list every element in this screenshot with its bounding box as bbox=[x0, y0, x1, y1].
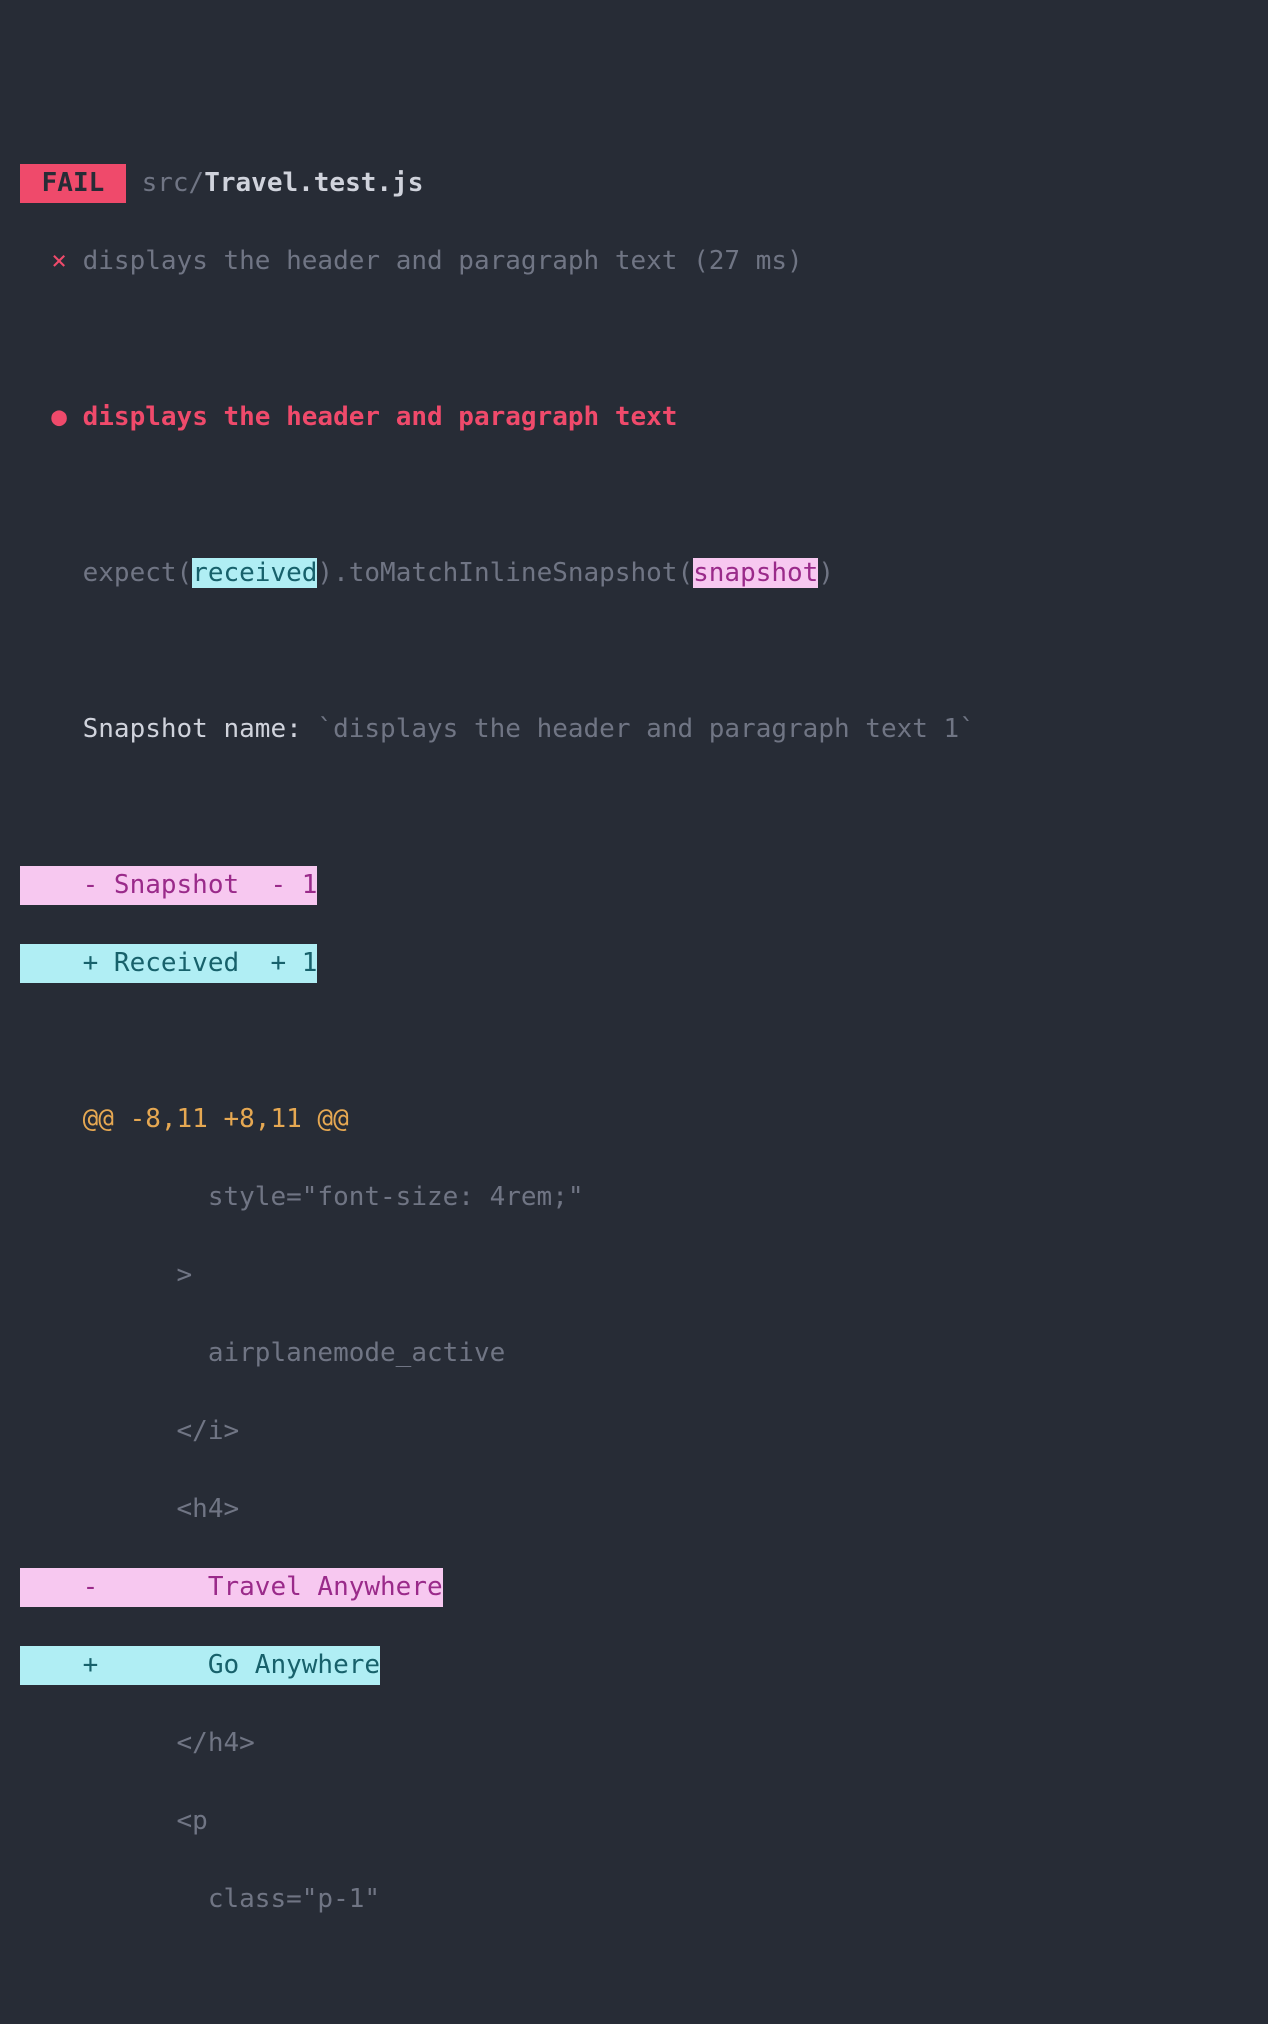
snapshot-keyword: snapshot bbox=[693, 558, 818, 588]
test-title-line: ● displays the header and paragraph text bbox=[0, 398, 1268, 437]
snapshot-name-line: Snapshot name: `displays the header and … bbox=[0, 710, 1268, 749]
hunk-text: @@ -8,11 +8,11 @@ bbox=[20, 1104, 349, 1134]
snapname-value: `displays the header and paragraph text … bbox=[317, 714, 974, 744]
snapname-label: Snapshot name: bbox=[20, 714, 317, 744]
context-line: class="p-1" bbox=[0, 1880, 1268, 1919]
test-summary-text: displays the header and paragraph text (… bbox=[67, 246, 803, 276]
file-header-line: FAIL src/Travel.test.js bbox=[0, 164, 1268, 203]
diff-added-line: + Go Anywhere bbox=[0, 1646, 1268, 1685]
blank-line bbox=[0, 788, 1268, 827]
expect-pre: expect( bbox=[20, 558, 192, 588]
context-line: <h4> bbox=[0, 1490, 1268, 1529]
test-summary-line: × displays the header and paragraph text… bbox=[0, 242, 1268, 281]
context-line: airplanemode_active bbox=[0, 1334, 1268, 1373]
blank-line bbox=[0, 1022, 1268, 1061]
blank-line bbox=[0, 476, 1268, 515]
diff-added: + Go Anywhere bbox=[20, 1646, 380, 1685]
legend-snapshot-line: - Snapshot - 1 bbox=[0, 866, 1268, 905]
x-icon: × bbox=[20, 246, 67, 276]
context-line: > bbox=[0, 1256, 1268, 1295]
context-line: </h4> bbox=[0, 1724, 1268, 1763]
test-title: displays the header and paragraph text bbox=[67, 402, 677, 432]
legend-snapshot: - Snapshot - 1 bbox=[20, 866, 317, 905]
blank-line bbox=[0, 632, 1268, 671]
expect-mid: ).toMatchInlineSnapshot( bbox=[317, 558, 693, 588]
legend-received: + Received + 1 bbox=[20, 944, 317, 983]
legend-received-line: + Received + 1 bbox=[0, 944, 1268, 983]
hunk-header: @@ -8,11 +8,11 @@ bbox=[0, 1100, 1268, 1139]
path-prefix: src/ bbox=[126, 168, 204, 198]
blank-line bbox=[0, 320, 1268, 359]
context-line: <p bbox=[0, 1802, 1268, 1841]
bullet-icon: ● bbox=[20, 402, 67, 432]
diff-removed: - Travel Anywhere bbox=[20, 1568, 443, 1607]
diff-removed-line: - Travel Anywhere bbox=[0, 1568, 1268, 1607]
expect-line: expect(received).toMatchInlineSnapshot(s… bbox=[0, 554, 1268, 593]
received-keyword: received bbox=[192, 558, 317, 588]
fail-badge: FAIL bbox=[20, 164, 126, 203]
context-line: style="font-size: 4rem;" bbox=[0, 1178, 1268, 1217]
expect-end: ) bbox=[818, 558, 834, 588]
path-file: Travel.test.js bbox=[204, 168, 423, 198]
context-line: </i> bbox=[0, 1412, 1268, 1451]
